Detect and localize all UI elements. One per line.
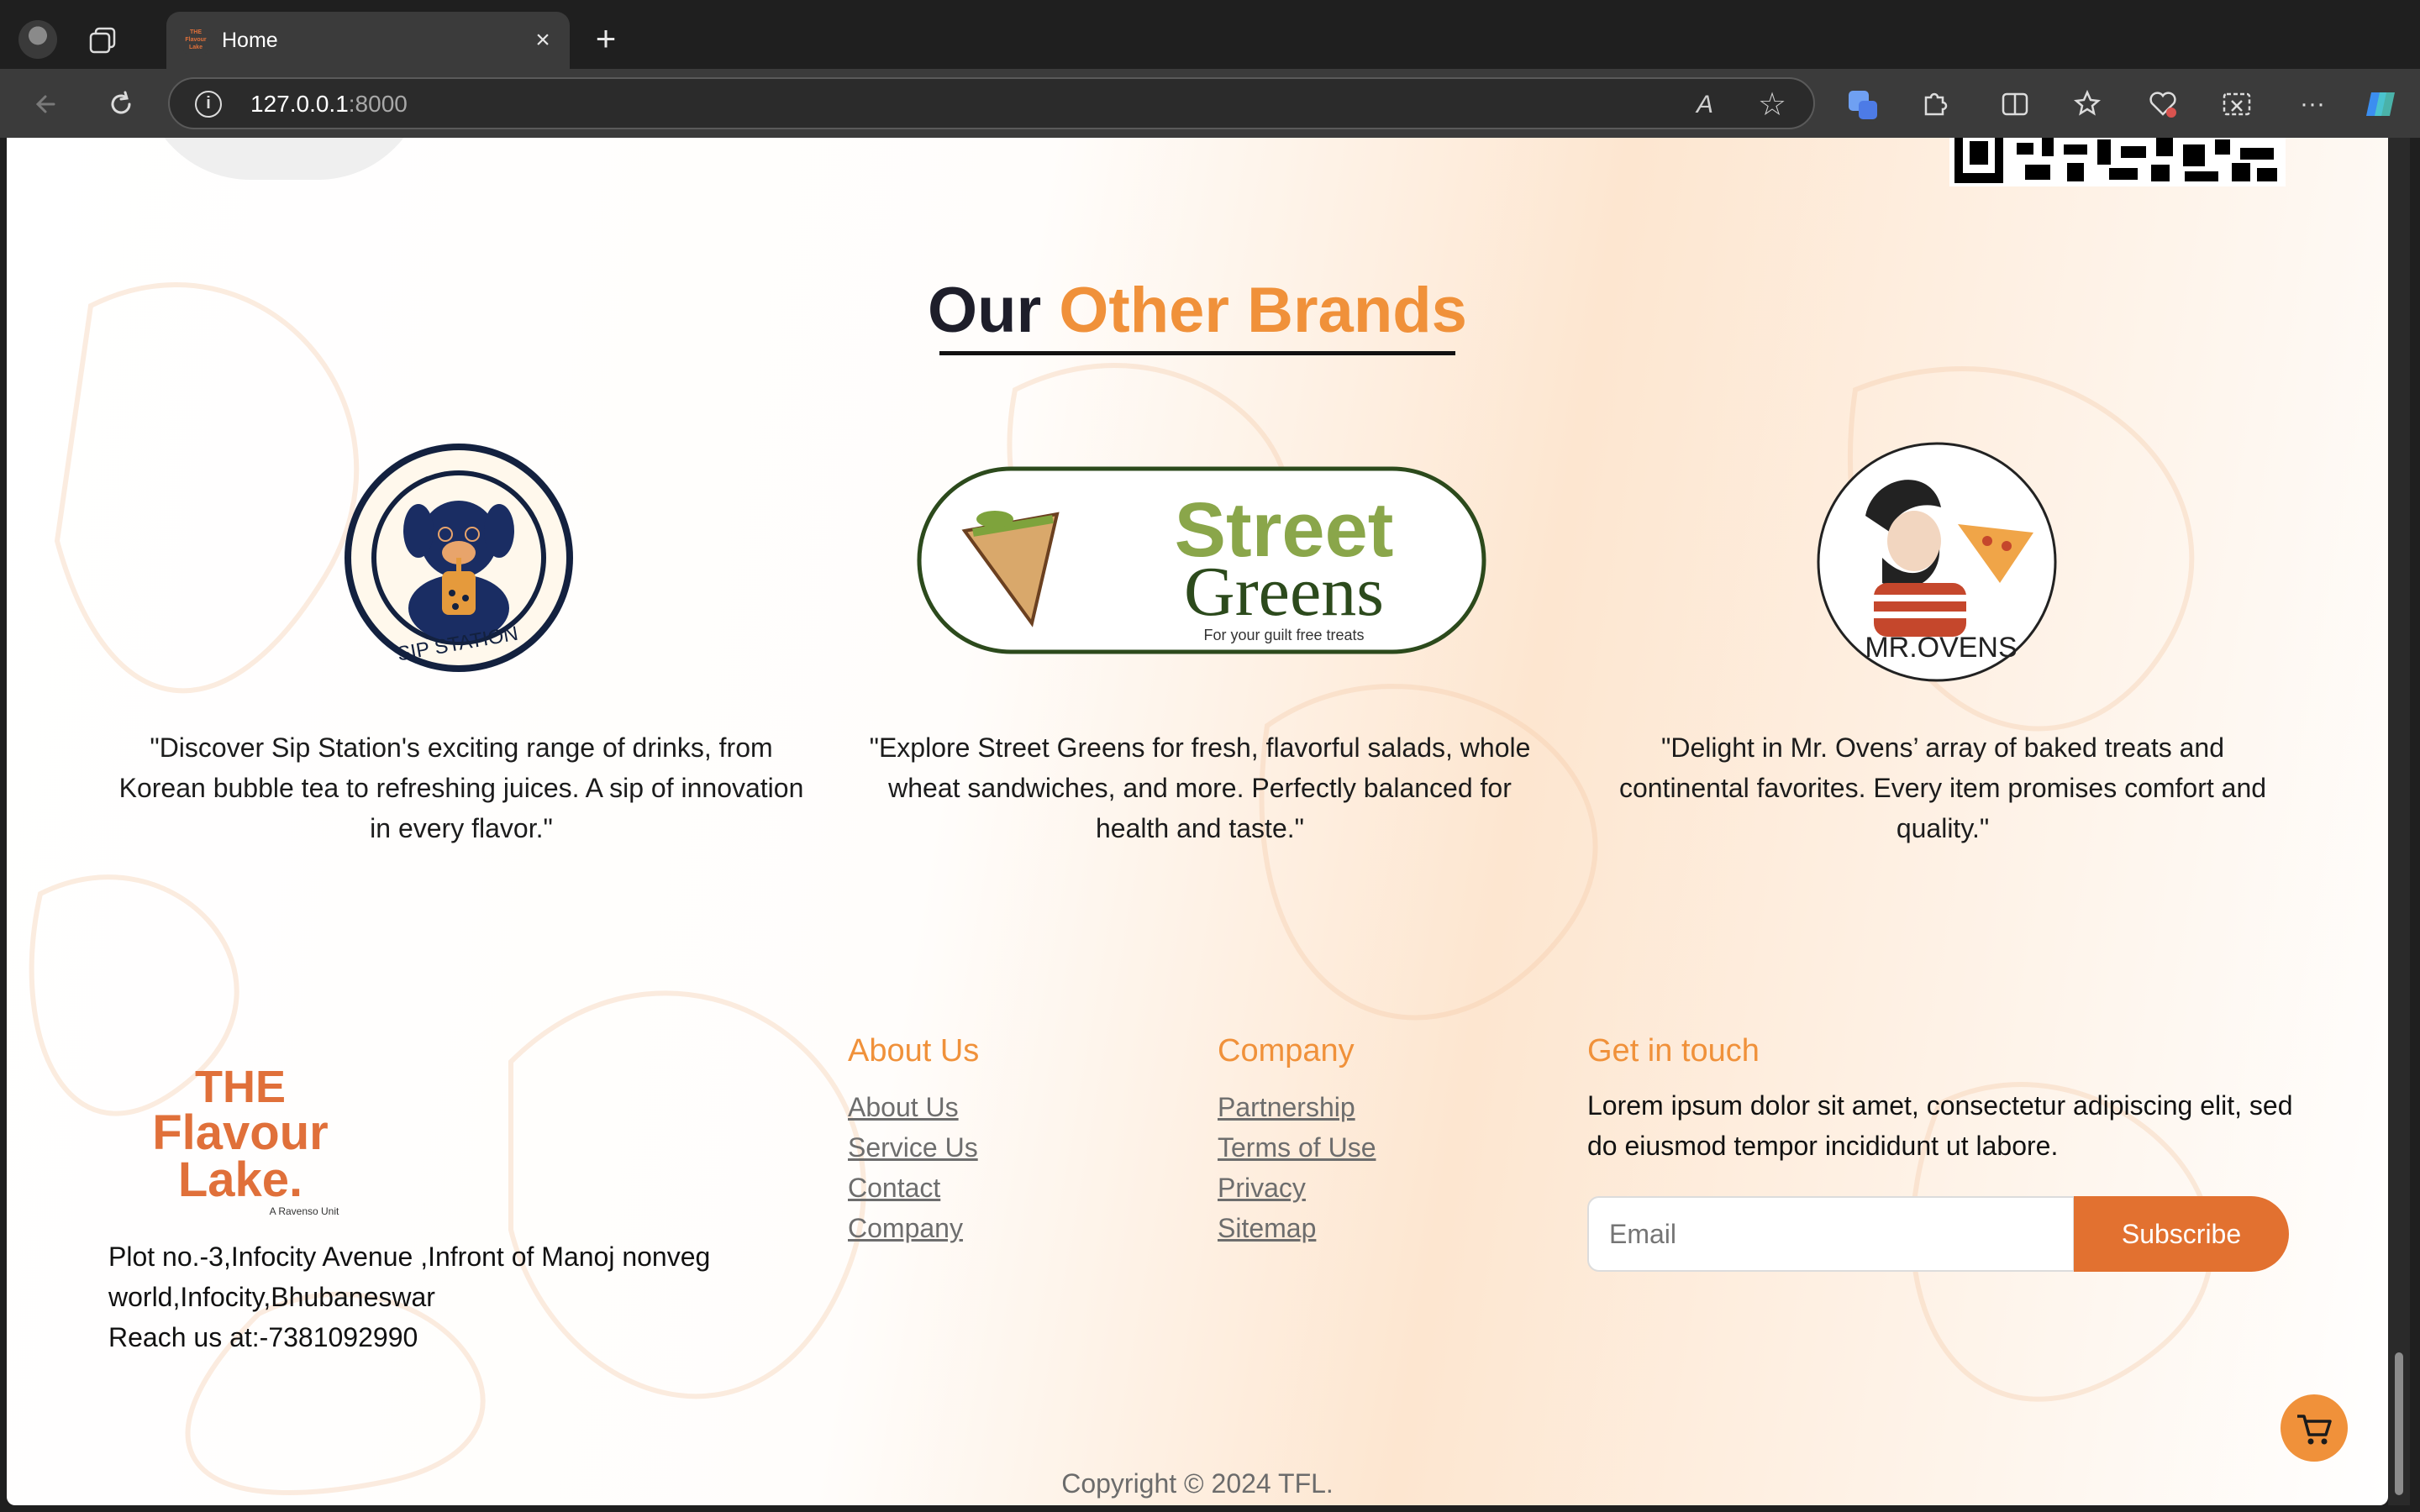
street-greens-logo-line2: Greens xyxy=(1184,553,1384,631)
scrollbar-thumb[interactable] xyxy=(2395,1352,2403,1495)
url-host: 127.0.0.1 xyxy=(250,91,349,117)
mr-ovens-logo-text: MR.OVENS xyxy=(1865,632,2017,664)
mr-ovens-description: "Delight in Mr. Ovens’ array of baked tr… xyxy=(1618,732,2267,843)
address-line2: world,Infocity,Bhubaneswar xyxy=(108,1282,435,1312)
address-line1: Plot no.-3,Infocity Avenue ,Infront of M… xyxy=(108,1242,711,1272)
qr-code-image xyxy=(1949,138,2286,186)
title-accent: Other Brands xyxy=(1059,275,1467,346)
screenshot-icon[interactable] xyxy=(2218,86,2255,123)
footer-address: Plot no.-3,Infocity Avenue ,Infront of M… xyxy=(108,1236,797,1357)
newsletter-email-input[interactable] xyxy=(1587,1196,2075,1272)
brands-section-title: Our Other Brands xyxy=(7,274,2388,347)
cart-icon xyxy=(2297,1415,2332,1445)
footer-link-terms[interactable]: Terms of Use xyxy=(1218,1132,1376,1163)
workspaces-icon[interactable] xyxy=(87,25,118,55)
footer-link-company[interactable]: Company xyxy=(848,1213,963,1244)
favorite-star-icon[interactable]: ☆ xyxy=(1756,89,1788,121)
street-greens-logo: Street Greens For your guilt free treats xyxy=(917,466,1486,654)
title-plain: Our xyxy=(928,275,1060,346)
profile-avatar[interactable] xyxy=(18,20,57,59)
get-in-touch-text: Lorem ipsum dolor sit amet, consectetur … xyxy=(1587,1090,2293,1161)
extensions-icon[interactable] xyxy=(1916,86,1953,123)
browser-essentials-icon[interactable] xyxy=(2144,86,2181,123)
mr-ovens-logo: MR.OVENS xyxy=(1817,442,2057,682)
site-info-icon[interactable]: i xyxy=(195,91,222,118)
new-tab-button[interactable]: + xyxy=(588,21,623,57)
reload-icon[interactable] xyxy=(103,86,139,123)
subscribe-button[interactable]: Subscribe xyxy=(2074,1196,2289,1272)
browser-tab-bar: THE Flavour Lake Home × + xyxy=(0,0,2420,69)
tab-favicon: THE Flavour Lake xyxy=(183,29,208,54)
url-port: :8000 xyxy=(348,91,408,117)
page-scrollbar[interactable] xyxy=(2388,138,2410,1505)
more-menu-icon[interactable]: ··· xyxy=(2294,86,2331,123)
back-arrow-icon[interactable] xyxy=(29,86,66,123)
active-tab[interactable]: THE Flavour Lake Home × xyxy=(166,12,570,69)
footer-link-privacy[interactable]: Privacy xyxy=(1218,1173,1306,1204)
copilot-icon[interactable] xyxy=(2363,86,2400,123)
split-screen-icon[interactable] xyxy=(1996,86,2033,123)
page-viewport: Our Other Brands SIP STATION "Discover S… xyxy=(7,138,2388,1505)
title-underline xyxy=(939,351,1455,355)
cart-button[interactable] xyxy=(2281,1394,2348,1462)
flavour-lake-logo: THE Flavour Lake. A Ravenso Unit xyxy=(152,1062,339,1216)
footer-link-contact[interactable]: Contact xyxy=(848,1173,940,1204)
footer-link-sitemap[interactable]: Sitemap xyxy=(1218,1213,1316,1244)
browser-toolbar: i 127.0.0.1:8000 A ☆ ··· xyxy=(0,69,2420,138)
company-heading: Company xyxy=(1218,1033,1355,1068)
copyright-text: Copyright © 2024 TFL. xyxy=(1061,1468,1334,1499)
tab-title: Home xyxy=(222,29,278,52)
close-tab-icon[interactable]: × xyxy=(528,25,558,55)
footer-link-about-us[interactable]: About Us xyxy=(848,1092,959,1123)
street-greens-description: "Explore Street Greens for fresh, flavor… xyxy=(869,732,1531,843)
logo-sub: A Ravenso Unit xyxy=(270,1205,339,1216)
get-in-touch-heading: Get in touch xyxy=(1587,1033,1760,1068)
footer-link-partnership[interactable]: Partnership xyxy=(1218,1092,1355,1123)
favicon-text: THE Flavour Lake xyxy=(185,29,207,50)
logo-line1: THE xyxy=(195,1062,286,1112)
url-text[interactable]: 127.0.0.1:8000 xyxy=(250,91,408,118)
favorites-icon[interactable] xyxy=(2070,86,2107,123)
sip-station-description: "Discover Sip Station's exciting range o… xyxy=(118,732,804,843)
logo-line3: Lake. xyxy=(178,1152,302,1207)
about-heading: About Us xyxy=(848,1033,980,1068)
contact-phone: Reach us at:-7381092990 xyxy=(108,1322,418,1352)
copilot-extension-icon[interactable] xyxy=(1845,86,1882,123)
footer-link-service-us[interactable]: Service Us xyxy=(848,1132,978,1163)
read-aloud-icon[interactable]: A xyxy=(1689,89,1721,121)
street-greens-tagline: For your guilt free treats xyxy=(1203,627,1364,643)
sip-station-logo: SIP STATION xyxy=(345,444,573,672)
address-bar[interactable]: i 127.0.0.1:8000 A ☆ xyxy=(168,77,1815,129)
